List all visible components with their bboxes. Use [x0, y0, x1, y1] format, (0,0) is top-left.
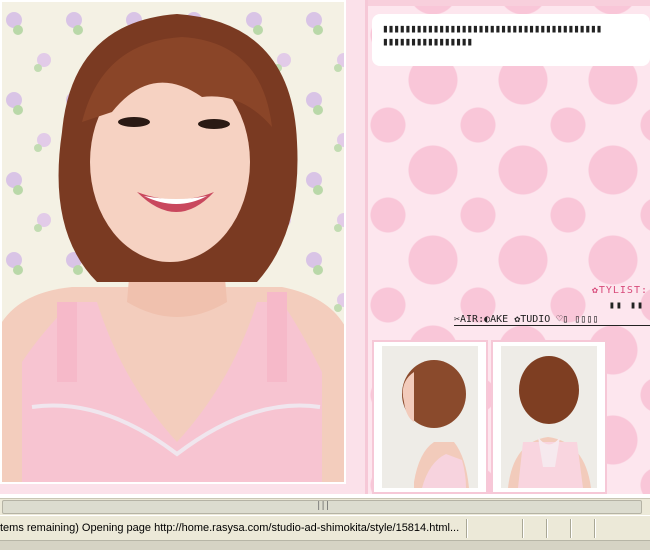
status-text: tems remaining) Opening page http://home…: [0, 522, 460, 534]
status-cell: [594, 519, 650, 538]
horizontal-scrollbar[interactable]: |||: [0, 498, 650, 515]
status-bar: tems remaining) Opening page http://home…: [0, 515, 650, 540]
stylist-label: ✿TYLIST:: [591, 285, 648, 296]
info-panel: ▮▮▮▮▮▮▮▮▮▮▮▮▮▮▮▮▮▮▮▮▮▮▮▮▮▮▮▮▮▮▮▮▮▮▮▮▮▮▮ …: [368, 0, 650, 494]
status-cell: [522, 519, 546, 538]
message-line: ▮▮▮▮▮▮▮▮▮▮▮▮▮▮▮▮▮▮▮▮▮▮▮▮▮▮▮▮▮▮▮▮▮▮▮▮▮▮▮: [382, 22, 602, 35]
status-cell: [570, 519, 594, 538]
stylist-name: ▮▮ ▮▮: [608, 300, 644, 311]
panel-top-strip: [368, 0, 650, 6]
window-bottom-edge: [0, 540, 650, 550]
main-hairstyle-photo[interactable]: [0, 0, 346, 484]
message-line: ▮▮▮▮▮▮▮▮▮▮▮▮▮▮▮▮: [382, 35, 473, 48]
thumbnail-back-view[interactable]: [491, 340, 607, 494]
scrollbar-grip-icon: |||: [316, 501, 330, 511]
main-photo-panel: [0, 0, 368, 494]
status-cell: [466, 519, 522, 538]
thumbnail-side-view[interactable]: [372, 340, 488, 494]
credit-line: ✂AIR:◐AKE ✿TUDIO ♡▯ ▯▯▯▯: [454, 314, 650, 326]
web-page-viewport: ▮▮▮▮▮▮▮▮▮▮▮▮▮▮▮▮▮▮▮▮▮▮▮▮▮▮▮▮▮▮▮▮▮▮▮▮▮▮▮ …: [0, 0, 650, 498]
status-cell: [546, 519, 570, 538]
message-box: ▮▮▮▮▮▮▮▮▮▮▮▮▮▮▮▮▮▮▮▮▮▮▮▮▮▮▮▮▮▮▮▮▮▮▮▮▮▮▮ …: [372, 14, 650, 66]
